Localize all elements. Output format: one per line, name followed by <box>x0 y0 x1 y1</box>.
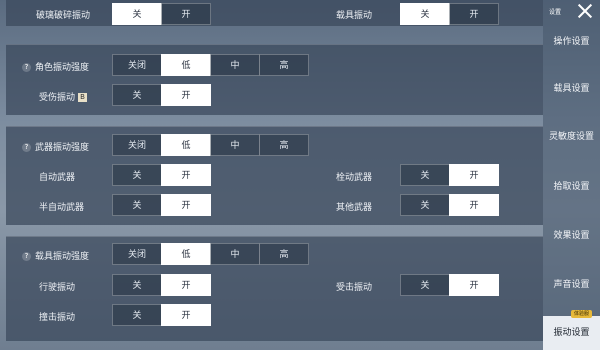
sidebar-item-sound[interactable]: 声音设置 <box>543 268 600 302</box>
hit-vibration-on[interactable]: 开 <box>449 274 499 296</box>
hurt-vibration-toggle: 关 开 <box>112 84 211 106</box>
other-weapon-label: 其他武器 <box>336 203 373 213</box>
settings-main: 破璃破碎振动 关 开 载具振动 关 开 ? 角色振动强度 关闭 低 中 高 受伤振… <box>0 0 545 350</box>
weapon-intensity-label: ? 武器振动强度 <box>22 140 89 153</box>
character-intensity-high[interactable]: 高 <box>259 54 309 76</box>
auto-weapon-off[interactable]: 关 <box>112 164 162 186</box>
vehicle-vibration-toggle: 关 开 <box>400 3 499 25</box>
sidebar-item-controls[interactable]: 操作设置 <box>543 25 600 59</box>
sidebar-item-vibration-label: 振动设置 <box>553 328 590 338</box>
hurt-vibration-on[interactable]: 开 <box>161 84 211 106</box>
sidebar-item-pickup[interactable]: 拾取设置 <box>543 170 600 204</box>
vehicle-intensity-selector: 关闭 低 中 高 <box>112 243 309 265</box>
drive-vibration-label: 行驶振动 <box>39 283 76 293</box>
glass-vibration-on[interactable]: 开 <box>161 3 211 25</box>
semi-weapon-off[interactable]: 关 <box>112 194 162 216</box>
drive-vibration-on[interactable]: 开 <box>161 274 211 296</box>
hit-vibration-toggle: 关 开 <box>400 274 499 296</box>
vehicle-intensity-text: 载具振动强度 <box>35 252 90 262</box>
character-intensity-off[interactable]: 关闭 <box>112 54 162 76</box>
weapon-intensity-high[interactable]: 高 <box>259 134 309 156</box>
character-intensity-text: 角色振动强度 <box>35 63 90 73</box>
vehicle-panel: ? 载具振动强度 关闭 低 中 高 行驶振动 关 开 受击振动 关 开 撞击振动 … <box>6 236 543 341</box>
glass-vibration-label: 破璃破碎振动 <box>36 11 91 21</box>
weapon-intensity-low[interactable]: 低 <box>161 134 211 156</box>
glass-vibration-toggle: 关 开 <box>112 3 211 25</box>
hit-vibration-off[interactable]: 关 <box>400 274 450 296</box>
other-weapon-toggle: 关 开 <box>400 194 499 216</box>
drive-vibration-toggle: 关 开 <box>112 274 211 296</box>
glass-vibration-off[interactable]: 关 <box>112 3 162 25</box>
top-panel: 破璃破碎振动 关 开 载具振动 关 开 <box>6 0 543 26</box>
bolt-weapon-on[interactable]: 开 <box>449 164 499 186</box>
vehicle-intensity-label: ? 载具振动强度 <box>22 249 89 262</box>
vehicle-vibration-off[interactable]: 关 <box>400 3 450 25</box>
auto-weapon-toggle: 关 开 <box>112 164 211 186</box>
vehicle-intensity-high[interactable]: 高 <box>259 243 309 265</box>
vehicle-vibration-label: 载具振动 <box>336 11 373 21</box>
character-intensity-mid[interactable]: 中 <box>210 54 260 76</box>
character-panel: ? 角色振动强度 关闭 低 中 高 受伤振动 B 关 开 <box>6 44 543 115</box>
bolt-weapon-off[interactable]: 关 <box>400 164 450 186</box>
character-intensity-selector: 关闭 低 中 高 <box>112 54 309 76</box>
vehicle-intensity-low[interactable]: 低 <box>161 243 211 265</box>
crash-vibration-on[interactable]: 开 <box>161 304 211 326</box>
semi-weapon-toggle: 关 开 <box>112 194 211 216</box>
help-icon[interactable]: ? <box>22 63 31 72</box>
close-icon[interactable] <box>576 2 594 20</box>
weapon-intensity-mid[interactable]: 中 <box>210 134 260 156</box>
character-intensity-label: ? 角色振动强度 <box>22 60 89 73</box>
sidebar-item-vibration[interactable]: 体验服 振动设置 <box>543 310 600 350</box>
other-weapon-off[interactable]: 关 <box>400 194 450 216</box>
crash-vibration-toggle: 关 开 <box>112 304 211 326</box>
weapon-panel: ? 武器振动强度 关闭 低 中 高 自动武器 关 开 栓动武器 关 开 半自动武器… <box>6 126 543 225</box>
vehicle-intensity-mid[interactable]: 中 <box>210 243 260 265</box>
vehicle-vibration-on[interactable]: 开 <box>449 3 499 25</box>
sidebar-header: 设置 <box>543 0 600 24</box>
weapon-intensity-off[interactable]: 关闭 <box>112 134 162 156</box>
vehicle-intensity-off[interactable]: 关闭 <box>112 243 162 265</box>
hurt-vibration-label: 受伤振动 B <box>39 90 88 103</box>
help-icon[interactable]: ? <box>22 143 31 152</box>
hurt-vibration-text: 受伤振动 <box>39 93 76 103</box>
sidebar-item-effects[interactable]: 效果设置 <box>543 219 600 253</box>
drive-vibration-off[interactable]: 关 <box>112 274 162 296</box>
hurt-vibration-off[interactable]: 关 <box>112 84 162 106</box>
character-intensity-low[interactable]: 低 <box>161 54 211 76</box>
test-server-badge: 体验服 <box>570 310 592 318</box>
auto-weapon-on[interactable]: 开 <box>161 164 211 186</box>
auto-weapon-label: 自动武器 <box>39 173 76 183</box>
weapon-intensity-selector: 关闭 低 中 高 <box>112 134 309 156</box>
other-weapon-on[interactable]: 开 <box>449 194 499 216</box>
semi-weapon-on[interactable]: 开 <box>161 194 211 216</box>
help-icon[interactable]: ? <box>22 252 31 261</box>
weapon-intensity-text: 武器振动强度 <box>35 143 90 153</box>
semi-weapon-label: 半自动武器 <box>39 203 85 213</box>
hit-vibration-label: 受击振动 <box>336 283 373 293</box>
settings-sidebar: 设置 操作设置 载具设置 灵敏度设置 拾取设置 效果设置 声音设置 体验服 振动… <box>543 0 600 350</box>
crash-vibration-off[interactable]: 关 <box>112 304 162 326</box>
hurt-tag-icon: B <box>78 93 88 102</box>
sidebar-item-vehicle[interactable]: 载具设置 <box>543 72 600 106</box>
bolt-weapon-label: 栓动武器 <box>336 173 373 183</box>
crash-vibration-label: 撞击振动 <box>39 313 76 323</box>
bolt-weapon-toggle: 关 开 <box>400 164 499 186</box>
sidebar-item-sensitivity[interactable]: 灵敏度设置 <box>543 120 600 154</box>
sidebar-title: 设置 <box>549 9 562 16</box>
